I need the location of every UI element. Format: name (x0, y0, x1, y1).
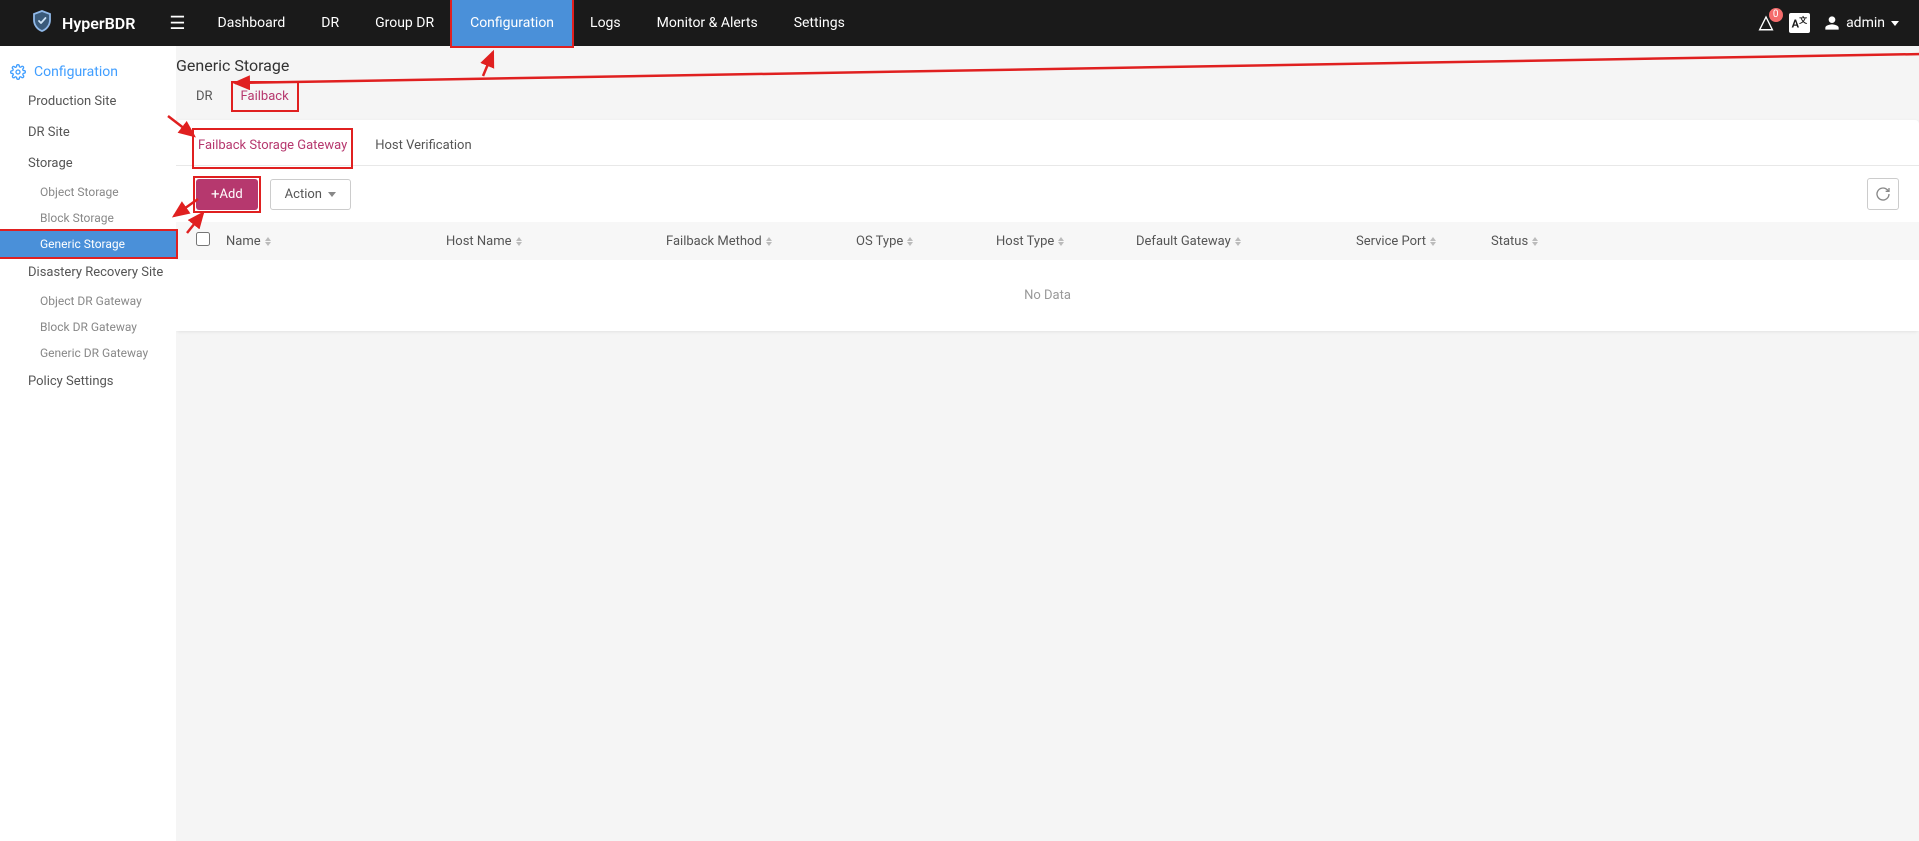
sidebar-block-dr-gw[interactable]: Block DR Gateway (0, 314, 176, 340)
notification-icon[interactable]: 0 (1757, 14, 1775, 32)
tab-dr[interactable]: DR (190, 85, 219, 108)
nav-dr[interactable]: DR (303, 0, 357, 46)
nav-configuration[interactable]: Configuration (452, 0, 572, 46)
th-os-label: OS Type (856, 234, 903, 249)
user-menu[interactable]: admin (1824, 15, 1899, 31)
select-all-checkbox[interactable] (196, 232, 210, 246)
th-gateway[interactable]: Default Gateway (1136, 234, 1356, 249)
nav-monitor[interactable]: Monitor & Alerts (639, 0, 776, 46)
user-icon (1824, 15, 1840, 31)
th-method[interactable]: Failback Method (666, 234, 856, 249)
action-dropdown[interactable]: Action (270, 179, 351, 210)
sidebar-recovery-site[interactable]: Disastery Recovery Site (0, 257, 176, 288)
tab-row-primary: DR Failback (190, 85, 1919, 108)
th-port-label: Service Port (1356, 234, 1426, 249)
caret-down-icon (1891, 21, 1899, 26)
data-table: Name Host Name Failback Method OS Type H… (176, 222, 1919, 331)
sidebar-policy[interactable]: Policy Settings (0, 366, 176, 397)
th-status-label: Status (1491, 234, 1528, 249)
language-toggle[interactable]: A文 (1789, 13, 1810, 33)
sort-icon (1430, 237, 1436, 246)
sort-icon (907, 237, 913, 246)
hamburger-icon[interactable]: ☰ (155, 13, 199, 34)
plus-icon: + (211, 187, 220, 202)
th-htype-label: Host Type (996, 234, 1054, 249)
refresh-button[interactable] (1867, 178, 1899, 210)
th-method-label: Failback Method (666, 234, 762, 249)
tab-row-secondary: Failback Storage Gateway Host Verificati… (176, 120, 1919, 166)
th-name[interactable]: Name (226, 234, 446, 249)
tab-host-verification[interactable]: Host Verification (373, 132, 473, 165)
sidebar-generic-storage[interactable]: Generic Storage (0, 231, 176, 257)
sidebar: Configuration Production Site DR Site St… (0, 46, 176, 841)
topbar-right: 0 A文 admin (1757, 13, 1899, 33)
brand-name: HyperBDR (62, 14, 135, 33)
nav-groupdr[interactable]: Group DR (357, 0, 452, 46)
panel: Failback Storage Gateway Host Verificati… (176, 120, 1919, 331)
th-htype[interactable]: Host Type (996, 234, 1136, 249)
th-os[interactable]: OS Type (856, 234, 996, 249)
user-name: admin (1846, 15, 1885, 31)
sidebar-header: Configuration (0, 58, 176, 86)
sidebar-production-site[interactable]: Production Site (0, 86, 176, 117)
sort-icon (1235, 237, 1241, 246)
sidebar-storage[interactable]: Storage (0, 148, 176, 179)
add-button-label: Add (220, 187, 243, 202)
notification-badge: 0 (1769, 8, 1783, 22)
table-header: Name Host Name Failback Method OS Type H… (176, 222, 1919, 260)
sort-icon (1532, 237, 1538, 246)
main-content: Generic Storage DR Failback Failback Sto… (176, 46, 1919, 841)
tab-failback-gateway[interactable]: Failback Storage Gateway (196, 132, 349, 165)
sort-icon (265, 237, 271, 246)
sort-icon (516, 237, 522, 246)
sort-icon (766, 237, 772, 246)
th-gateway-label: Default Gateway (1136, 234, 1231, 249)
add-button[interactable]: +Add (196, 179, 258, 210)
chevron-down-icon (328, 192, 336, 197)
sidebar-object-dr-gw[interactable]: Object DR Gateway (0, 288, 176, 314)
topbar: HyperBDR ☰ Dashboard DR Group DR Configu… (0, 0, 1919, 46)
tab-failback[interactable]: Failback (235, 85, 295, 108)
sidebar-generic-dr-gw[interactable]: Generic DR Gateway (0, 340, 176, 366)
refresh-icon (1875, 186, 1891, 202)
nav-logs[interactable]: Logs (572, 0, 639, 46)
sidebar-object-storage[interactable]: Object Storage (0, 179, 176, 205)
th-name-label: Name (226, 234, 261, 249)
sort-icon (1058, 237, 1064, 246)
th-host[interactable]: Host Name (446, 234, 666, 249)
page-title: Generic Storage (176, 46, 1919, 85)
table-body-empty: No Data (176, 260, 1919, 331)
shield-icon (30, 9, 54, 37)
sidebar-block-storage[interactable]: Block Storage (0, 205, 176, 231)
nav-dashboard[interactable]: Dashboard (200, 0, 304, 46)
logo[interactable]: HyperBDR (30, 9, 135, 37)
action-row: +Add Action (176, 166, 1919, 222)
sidebar-header-label: Configuration (34, 64, 118, 80)
nav-links: Dashboard DR Group DR Configuration Logs… (200, 0, 863, 46)
th-port[interactable]: Service Port (1356, 234, 1491, 249)
th-status[interactable]: Status (1491, 234, 1899, 249)
language-label: A (1792, 18, 1799, 31)
th-checkbox[interactable] (196, 232, 226, 250)
sidebar-dr-site[interactable]: DR Site (0, 117, 176, 148)
th-host-label: Host Name (446, 234, 512, 249)
nav-settings[interactable]: Settings (776, 0, 863, 46)
gear-icon (10, 64, 26, 80)
action-button-label: Action (285, 187, 322, 202)
